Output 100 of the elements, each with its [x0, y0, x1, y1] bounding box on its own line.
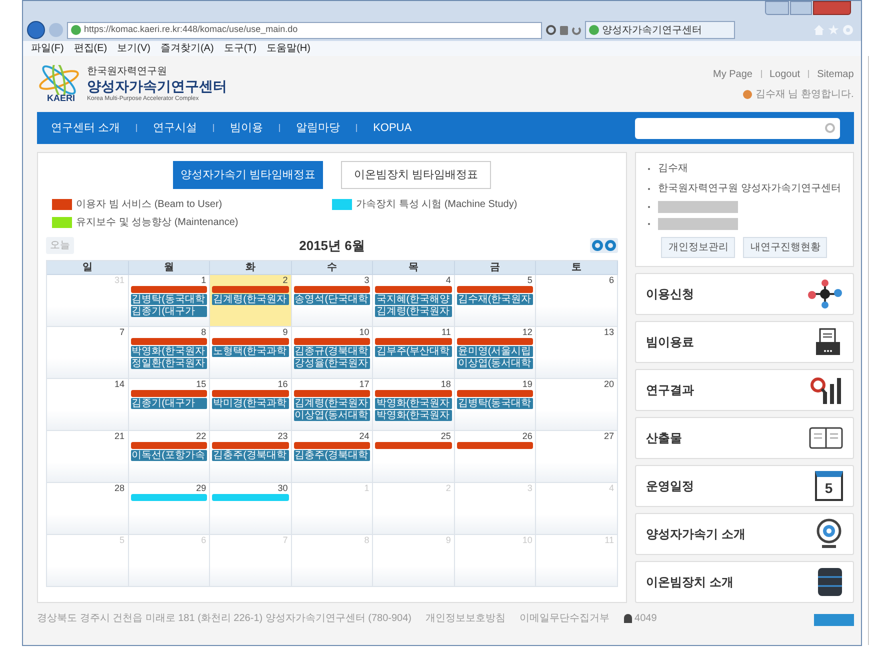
nav-item[interactable]: 알림마당 [296, 120, 340, 136]
event-bar[interactable] [456, 390, 534, 396]
calendar-day[interactable]: 27 [536, 430, 618, 482]
calendar-day[interactable]: 11 김부주(부산대학 [373, 326, 455, 378]
search-icon[interactable] [546, 25, 556, 35]
menu-item[interactable]: 보기(V) [117, 42, 150, 55]
calendar-day[interactable]: 22 이독선(포항가속 [128, 430, 210, 482]
menu-card[interactable]: 이온빔장치 소개 [635, 561, 854, 603]
nav-item[interactable]: 연구센터 소개 [51, 120, 120, 136]
booking-chip[interactable]: 박미경(한국과학 [212, 398, 289, 408]
booking-chip[interactable]: 이상엽(동서대학 [456, 358, 534, 368]
event-bar[interactable] [212, 390, 289, 396]
calendar-day[interactable]: 19 김병탁(동국대학 [454, 378, 536, 430]
menu-card[interactable]: 빔이용료 [635, 321, 854, 363]
calendar-day[interactable]: 17 김계령(한국원자 이상엽(동서대학 [292, 378, 374, 430]
nav-item[interactable]: KOPUA [373, 120, 412, 136]
calendar-day[interactable]: 4 국지혜(한국해양 김계령(한국원자 [373, 274, 455, 326]
calendar-day[interactable]: 12 윤미영(서울시립 이상엽(동서대학 [454, 326, 536, 378]
header-link[interactable]: Sitemap [817, 66, 854, 82]
calendar-day[interactable]: 2 김계령(한국원자 [210, 274, 292, 326]
calendar-day[interactable]: 10 김종규(경북대학 강성율(한국원자 [292, 326, 374, 378]
calendar-day[interactable]: 3 송영석(단국대학 [292, 274, 374, 326]
booking-chip[interactable]: 김수재(한국원자 [456, 294, 534, 304]
calendar-day[interactable]: 18 박영화(한국원자 박영화(한국원자 [373, 378, 455, 430]
footer-link[interactable]: 개인정보보호방침 [426, 611, 506, 626]
menu-item[interactable]: 편집(E) [74, 42, 108, 55]
booking-chip[interactable]: 노형택(한국과학 [212, 346, 289, 356]
nav-item[interactable]: 빔이용 [230, 120, 264, 136]
event-bar[interactable] [212, 286, 289, 292]
booking-chip[interactable]: 김계령(한국원자 [212, 294, 289, 304]
booking-chip[interactable]: 김충주(경북대학 [294, 450, 370, 460]
previous-month-icon[interactable] [592, 240, 603, 252]
calendar-day[interactable]: 23 김충주(경북대학 [210, 430, 292, 482]
calendar-day[interactable]: 5 김수재(한국원자 [454, 274, 536, 326]
booking-chip[interactable]: 김계령(한국원자 [294, 398, 370, 408]
calendar-day[interactable]: 20 [536, 378, 618, 430]
booking-chip[interactable]: 김부주(부산대학 [375, 346, 452, 356]
booking-chip[interactable]: 김종규(경북대학 [294, 346, 370, 356]
event-bar[interactable] [375, 442, 452, 448]
calendar-day[interactable]: 15 김종기(대구가 [128, 378, 210, 430]
menu-card[interactable]: 운영일정 5 [635, 465, 854, 507]
event-bar[interactable] [375, 338, 452, 344]
booking-chip[interactable]: 강성율(한국원자 [294, 358, 370, 368]
tab[interactable]: 양성자가속기연구센터 [585, 21, 735, 39]
booking-chip[interactable]: 김종기(대구가 [130, 398, 208, 408]
calendar-day[interactable]: 26 [454, 430, 536, 482]
scrollbar[interactable] [868, 56, 869, 645]
event-bar[interactable] [130, 442, 208, 448]
menu-card[interactable]: 산출물 [635, 417, 854, 459]
event-bar[interactable] [130, 338, 208, 344]
back-icon[interactable] [27, 21, 45, 39]
menu-card[interactable]: 연구결과 [635, 369, 854, 411]
event-bar[interactable] [130, 286, 208, 292]
calendar-day[interactable]: 8 박영화(한국원자 정일환(한국원자 [128, 326, 210, 378]
calendar-day[interactable]: 14 [47, 378, 129, 430]
booking-chip[interactable]: 박영화(한국원자 [375, 398, 452, 408]
calendar-day[interactable]: 30 [210, 482, 292, 534]
event-bar[interactable] [375, 390, 452, 396]
booking-chip[interactable]: 이독선(포항가속 [130, 450, 208, 460]
nav-item[interactable]: 연구시설 [153, 120, 198, 136]
profile-button[interactable]: 내연구진행현황 [743, 237, 828, 258]
address-field[interactable]: https://komac.kaeri.re.kr:448/komac/use/use_main.do [67, 22, 542, 38]
calendar-day[interactable]: 25 [373, 430, 455, 482]
booking-chip[interactable]: 박영화(한국원자 [130, 346, 208, 356]
calendar-day[interactable]: 16 박미경(한국과학 [210, 378, 292, 430]
menu-item[interactable]: 도움말(H) [266, 42, 310, 55]
calendar-day[interactable]: 7 [47, 326, 129, 378]
event-bar[interactable] [294, 286, 370, 292]
next-month-icon[interactable] [604, 240, 616, 252]
event-bar[interactable] [456, 338, 534, 344]
schedule-tab[interactable]: 이온빔장치 빔타임배정표 [341, 161, 491, 189]
calendar-day[interactable]: 29 [128, 482, 210, 534]
menu-item[interactable]: 즐겨찾기(A) [160, 42, 214, 55]
event-bar[interactable] [294, 390, 370, 396]
refresh-icon[interactable] [572, 26, 581, 34]
event-bar[interactable] [212, 338, 289, 344]
calendar-day[interactable]: 13 [536, 326, 618, 378]
event-bar[interactable] [212, 442, 289, 448]
booking-chip[interactable]: 정일환(한국원자 [130, 358, 208, 368]
booking-chip[interactable]: 국지혜(한국해양 [375, 294, 452, 304]
footer-link[interactable]: 이메일무단수집거부 [520, 611, 610, 626]
menu-item[interactable]: 도구(T) [224, 42, 257, 55]
event-bar[interactable] [294, 338, 370, 344]
booking-chip[interactable]: 박영화(한국원자 [375, 410, 452, 420]
event-bar[interactable] [130, 390, 208, 396]
calendar-day[interactable]: 1 김병탁(동국대학 김종기(대구가 [128, 274, 210, 326]
booking-chip[interactable]: 송영석(단국대학 [294, 294, 370, 304]
booking-chip[interactable]: 윤미영(서울시립 [456, 346, 534, 356]
event-bar[interactable] [375, 286, 452, 292]
menu-card[interactable]: 양성자가속기 소개 [635, 513, 854, 555]
booking-chip[interactable]: 김병탁(동국대학 [456, 398, 534, 408]
booking-chip[interactable]: 김종기(대구가 [130, 306, 208, 316]
search-field[interactable] [634, 118, 840, 138]
event-bar[interactable] [294, 442, 370, 448]
menu-item[interactable]: 파일(F) [31, 42, 64, 55]
booking-chip[interactable]: 이상엽(동서대학 [294, 410, 370, 420]
calendar-day[interactable]: 21 [47, 430, 129, 482]
schedule-tab[interactable]: 양성자가속기 빔타임배정표 [173, 161, 323, 189]
event-bar[interactable] [456, 286, 534, 292]
profile-button[interactable]: 개인정보관리 [661, 237, 736, 258]
